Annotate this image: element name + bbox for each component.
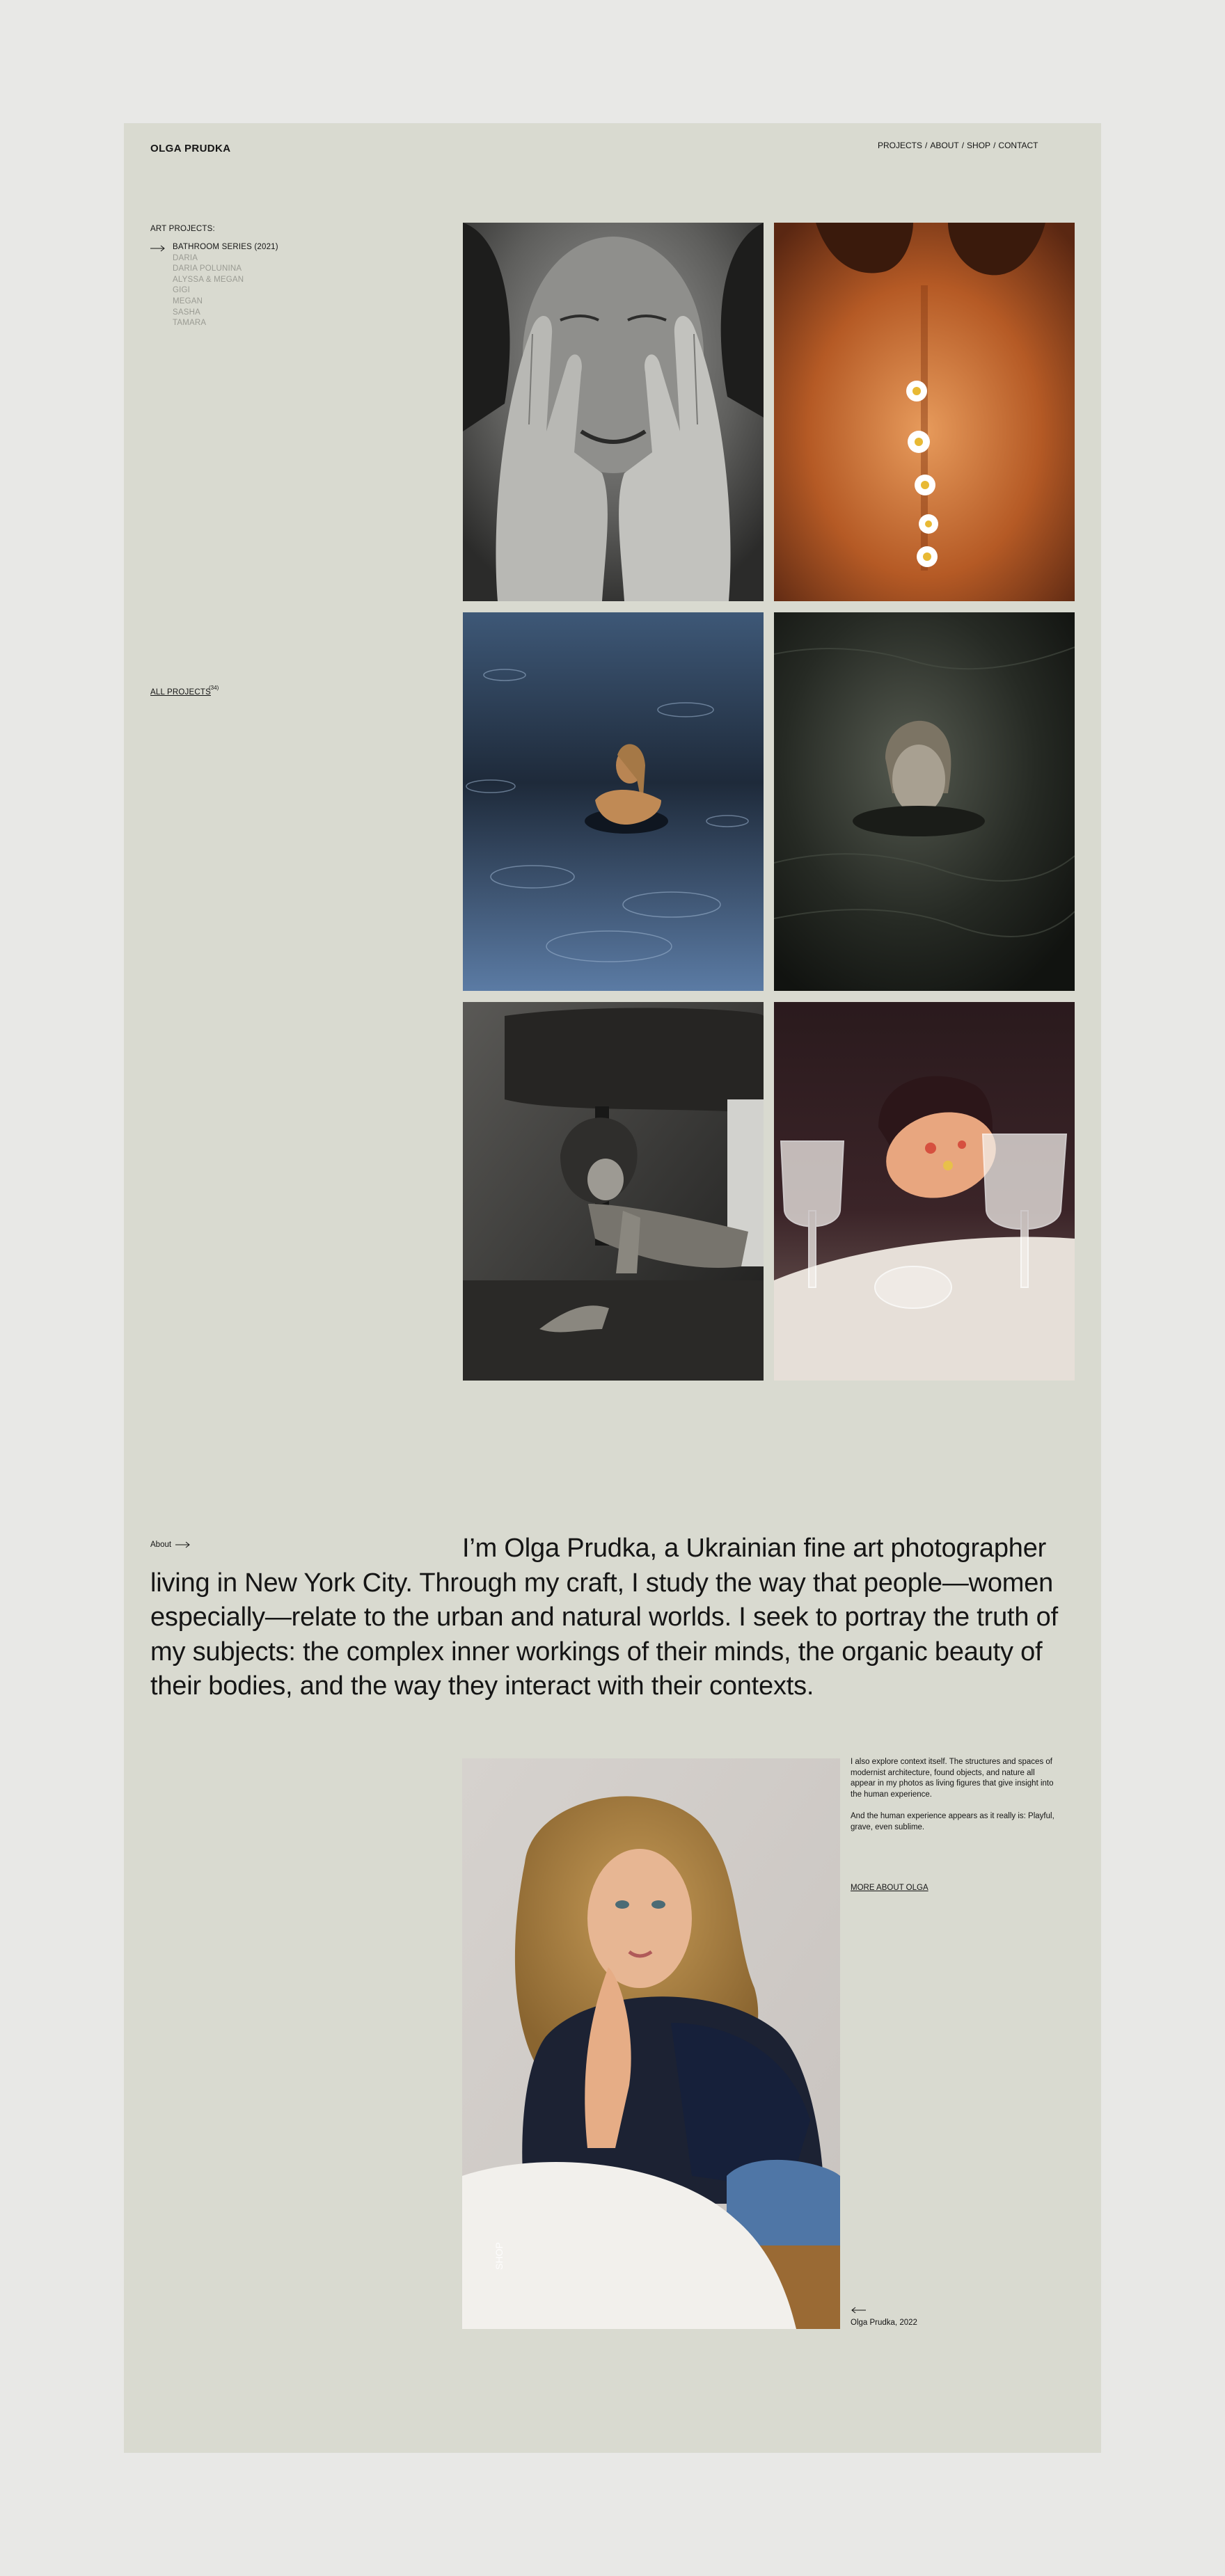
project-tamara[interactable]: TAMARA bbox=[173, 318, 278, 329]
arrow-left-icon[interactable] bbox=[851, 2307, 866, 2314]
about-side-text: I also explore context itself. The struc… bbox=[851, 1757, 1059, 1844]
project-daria-polunina[interactable]: DARIA POLUNINA bbox=[173, 264, 278, 275]
photo-woman-in-dark-water[interactable] bbox=[774, 612, 1075, 991]
photo-daisies-on-back[interactable] bbox=[774, 223, 1075, 601]
more-about-link[interactable]: MORE ABOUT OLGA bbox=[851, 1884, 928, 1892]
art-projects-list: BATHROOM SERIES (2021) DARIA DARIA POLUN… bbox=[173, 242, 278, 329]
art-projects-title: ART PROJECTS: bbox=[150, 225, 215, 233]
about-paragraph-2: And the human experience appears as it r… bbox=[851, 1812, 1054, 1831]
intro-statement: I’m Olga Prudka, a Ukrainian fine art ph… bbox=[150, 1534, 1058, 1701]
nav-separator: / bbox=[925, 141, 928, 150]
portrait-photo: SHOP bbox=[462, 1758, 840, 2329]
nav-shop[interactable]: SHOP bbox=[967, 141, 990, 150]
about-paragraph-1: I also explore context itself. The struc… bbox=[851, 1758, 1054, 1799]
nav-contact[interactable]: CONTACT bbox=[998, 141, 1038, 150]
project-bathroom-series[interactable]: BATHROOM SERIES (2021) bbox=[173, 242, 278, 253]
project-megan[interactable]: MEGAN bbox=[173, 296, 278, 308]
project-sasha[interactable]: SASHA bbox=[173, 308, 278, 319]
arrow-right-icon bbox=[150, 245, 165, 252]
site-logo[interactable]: OLGA PRUDKA bbox=[150, 143, 231, 154]
project-alyssa-megan[interactable]: ALYSSA & MEGAN bbox=[173, 275, 278, 286]
page-frame: OLGA PRUDKA PROJECTS / ABOUT / SHOP / CO… bbox=[124, 123, 1101, 2453]
photo-woman-with-glasses[interactable] bbox=[774, 1002, 1075, 1381]
nav-separator: / bbox=[993, 141, 996, 150]
svg-text:SHOP: SHOP bbox=[493, 2242, 505, 2270]
project-gigi[interactable]: GIGI bbox=[173, 285, 278, 296]
photo-woman-under-table[interactable] bbox=[463, 1002, 764, 1381]
nav-projects[interactable]: PROJECTS bbox=[878, 141, 922, 150]
nav-separator: / bbox=[961, 141, 965, 150]
all-projects-link[interactable]: ALL PROJECTS bbox=[150, 688, 211, 697]
project-daria[interactable]: DARIA bbox=[173, 253, 278, 264]
all-projects-count: (34) bbox=[209, 685, 219, 691]
nav-about[interactable]: ABOUT bbox=[930, 141, 958, 150]
photo-woman-in-blue-water[interactable] bbox=[463, 612, 764, 991]
top-nav: PROJECTS / ABOUT / SHOP / CONTACT bbox=[878, 141, 1038, 150]
photo-hands-on-face[interactable] bbox=[463, 223, 764, 601]
portrait-caption: Olga Prudka, 2022 bbox=[851, 2319, 917, 2327]
